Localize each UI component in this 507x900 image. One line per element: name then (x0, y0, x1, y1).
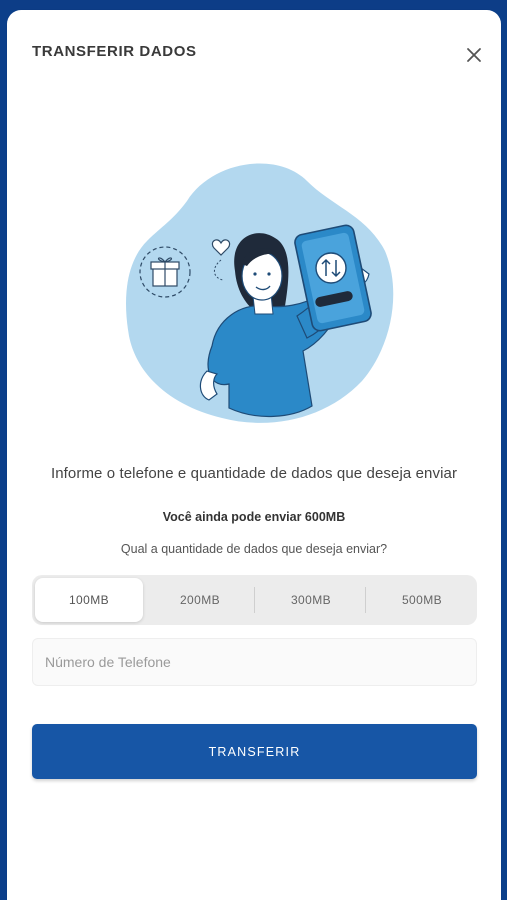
remaining-data-text: Você ainda pode enviar 600MB (162, 510, 346, 524)
option-100mb[interactable]: 100MB (35, 578, 143, 622)
amount-question: Qual a quantidade de dados que deseja en… (120, 542, 388, 556)
transfer-button[interactable]: TRANSFERIR (32, 724, 477, 779)
segment-divider (254, 587, 255, 613)
option-200mb[interactable]: 200MB (146, 578, 254, 622)
transfer-modal: TRANSFERIR DADOS Informe o telefone e qu… (7, 10, 501, 900)
option-300mb[interactable]: 300MB (257, 578, 365, 622)
app-background (0, 0, 507, 10)
segment-divider (365, 587, 366, 613)
instruction-heading: Informe o telefone e quantidade de dados… (50, 465, 458, 482)
close-icon[interactable] (463, 44, 485, 66)
transfer-illustration (126, 163, 394, 423)
phone-number-input[interactable] (32, 638, 477, 686)
option-500mb[interactable]: 500MB (368, 578, 476, 622)
modal-title: TRANSFERIR DADOS (32, 43, 197, 60)
data-amount-selector: 100MB 200MB 300MB 500MB (32, 575, 477, 625)
modal-header: TRANSFERIR DADOS (7, 10, 501, 99)
header-spacer (7, 98, 501, 154)
